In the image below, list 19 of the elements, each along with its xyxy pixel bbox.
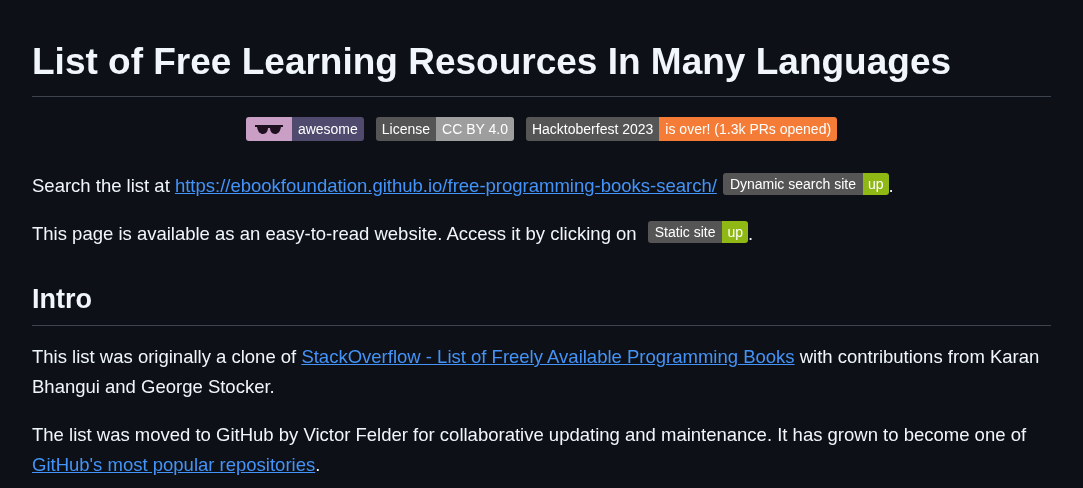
link[interactable]: StackOverflow - List of Freely Available Programming Books — [301, 346, 795, 367]
link[interactable]: GitHub's most popular repositories — [32, 454, 316, 475]
paragraph: This page is available as an easy-to-read website. Access it by clicking on Static site up . — [32, 220, 755, 246]
badge-message: is over! (1.3k PRs opened) — [659, 117, 838, 141]
section-heading: Intro — [32, 279, 1051, 326]
link[interactable]: https://ebookfoundation.github.io/free-programming-books-search/ — [174, 175, 717, 196]
sunglasses-icon — [253, 123, 284, 135]
badge-label: Dynamic search site — [722, 173, 863, 195]
badge-label: License — [375, 117, 437, 141]
badge-label: Static site — [647, 221, 723, 243]
paragraph: This list was originally a clone of StackOverflow - List of Freely Available Programming Books with contributions from Karan Bhangui and George Stocker. — [32, 345, 1041, 399]
badge-message: up — [862, 173, 889, 195]
badge-message: awesome — [291, 117, 364, 141]
paragraph: Search the list at https://ebookfoundation.github.io/free-programming-books-search/ Dynamic search site up . — [32, 172, 895, 198]
page-title: List of Free Learning Resources In Many Languages — [32, 38, 1051, 97]
paragraph: The list was moved to GitHub by Victor Felder for collaborative updating and maintenance. It has grown to become one of GitHub's most popular repositories. — [32, 423, 1028, 477]
badge-message: up — [722, 221, 749, 243]
badge-message: CC BY 4.0 — [436, 117, 514, 141]
badge-label: Hacktoberfest 2023 — [525, 117, 660, 141]
